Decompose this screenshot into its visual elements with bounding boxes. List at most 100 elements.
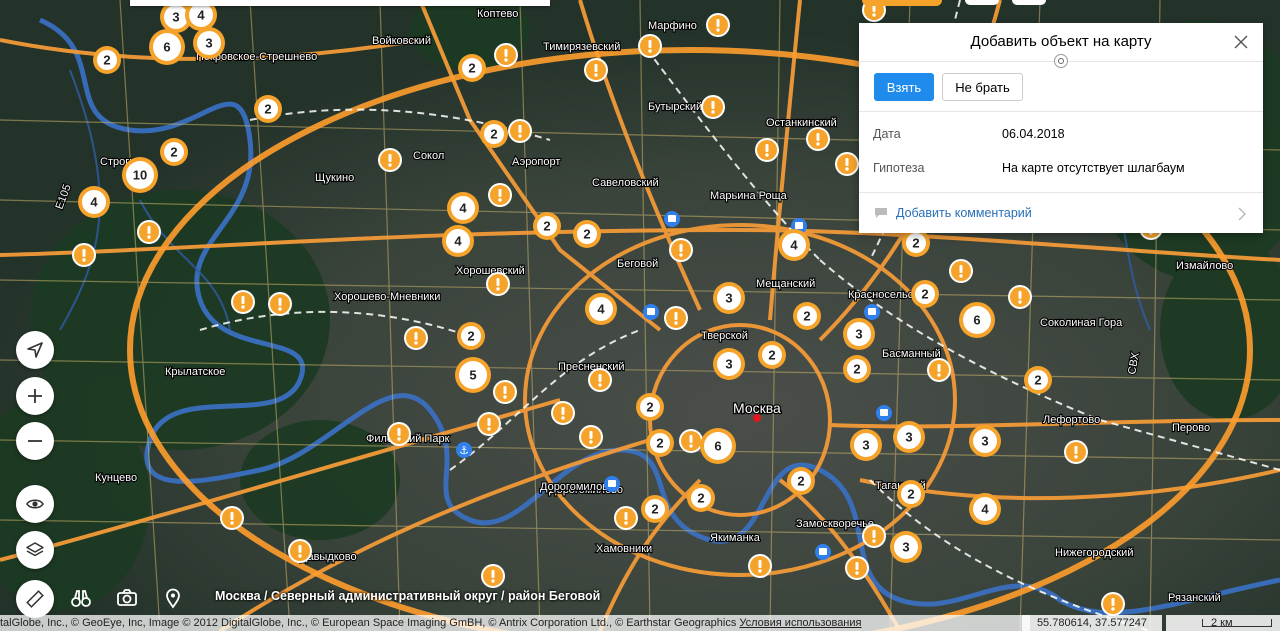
terms-link[interactable]: Условия использования — [739, 617, 861, 629]
cluster-marker[interactable]: 2 — [646, 429, 674, 457]
district-label: Коптево — [477, 8, 518, 20]
cluster-marker[interactable]: 3 — [850, 429, 882, 461]
layers-button[interactable] — [16, 531, 54, 569]
cluster-marker[interactable]: 6 — [700, 428, 736, 464]
cluster-marker[interactable]: 2 — [533, 212, 561, 240]
cluster-marker[interactable]: 2 — [911, 280, 939, 308]
exclamation-marker-icon[interactable] — [288, 539, 312, 563]
exclamation-marker-icon[interactable] — [679, 429, 703, 453]
cluster-marker[interactable]: 3 — [193, 27, 225, 59]
cluster-marker[interactable]: 2 — [758, 341, 786, 369]
exclamation-marker-icon[interactable] — [404, 326, 428, 350]
exclamation-marker-icon[interactable] — [949, 259, 973, 283]
exclamation-marker-icon[interactable] — [588, 368, 612, 392]
cluster-marker[interactable]: 6 — [149, 29, 185, 65]
svg-text:2: 2 — [697, 491, 704, 506]
exclamation-marker-icon[interactable] — [72, 243, 96, 267]
exclamation-marker-icon[interactable] — [755, 138, 779, 162]
add-comment-row[interactable]: Добавить комментарий — [859, 192, 1263, 234]
cluster-marker[interactable]: 2 — [793, 302, 821, 330]
zoom-out-button[interactable] — [16, 422, 54, 460]
cluster-marker[interactable]: 2 — [636, 393, 664, 421]
exclamation-marker-icon[interactable] — [137, 220, 161, 244]
exclamation-marker-icon[interactable] — [748, 554, 772, 578]
exclamation-marker-icon[interactable] — [387, 422, 411, 446]
exclamation-marker-icon[interactable] — [220, 506, 244, 530]
breadcrumb[interactable]: Москва / Северный административный округ… — [215, 589, 600, 603]
exclamation-marker-icon[interactable] — [806, 127, 830, 151]
skip-button[interactable]: Не брать — [942, 73, 1023, 101]
exclamation-marker-icon[interactable] — [508, 119, 532, 143]
exclamation-marker-icon[interactable] — [494, 43, 518, 67]
top-accent-button-edge[interactable] — [862, 0, 942, 6]
cluster-marker[interactable]: 3 — [969, 425, 1001, 457]
add-point-button[interactable] — [158, 583, 188, 613]
panorama-button[interactable] — [66, 583, 96, 613]
cluster-marker[interactable]: 2 — [93, 46, 121, 74]
cluster-marker[interactable]: 4 — [442, 225, 474, 257]
cluster-marker[interactable]: 4 — [585, 293, 617, 325]
exclamation-marker-icon[interactable] — [669, 238, 693, 262]
exclamation-marker-icon[interactable] — [664, 306, 688, 330]
cluster-marker[interactable]: 4 — [778, 229, 810, 261]
cluster-marker[interactable]: 2 — [897, 480, 925, 508]
exclamation-marker-icon[interactable] — [862, 524, 886, 548]
svg-text:4: 4 — [459, 201, 467, 216]
cluster-marker[interactable]: 6 — [959, 302, 995, 338]
cluster-marker[interactable]: 4 — [78, 186, 110, 218]
exclamation-marker-icon[interactable] — [1064, 440, 1088, 464]
cluster-marker[interactable]: 2 — [573, 220, 601, 248]
cluster-marker[interactable]: 4 — [969, 493, 1001, 525]
exclamation-marker-icon[interactable] — [927, 358, 951, 382]
svg-text:10: 10 — [133, 168, 147, 183]
exclamation-marker-icon[interactable] — [579, 425, 603, 449]
exclamation-marker-icon[interactable] — [614, 506, 638, 530]
exclamation-marker-icon[interactable] — [584, 58, 608, 82]
exclamation-marker-icon[interactable] — [477, 412, 501, 436]
cluster-marker[interactable]: 3 — [713, 282, 745, 314]
cluster-marker[interactable]: 2 — [787, 467, 815, 495]
cluster-marker[interactable]: 3 — [713, 348, 745, 380]
close-icon[interactable] — [1233, 34, 1249, 50]
exclamation-marker-icon[interactable] — [268, 292, 292, 316]
exclamation-marker-icon[interactable] — [378, 148, 402, 172]
cluster-marker[interactable]: 4 — [447, 192, 479, 224]
cluster-marker[interactable]: 3 — [893, 421, 925, 453]
cluster-marker[interactable]: 3 — [890, 531, 922, 563]
zoom-in-button[interactable] — [16, 377, 54, 415]
exclamation-marker-icon[interactable] — [1101, 592, 1125, 616]
cluster-marker[interactable]: 2 — [457, 322, 485, 350]
exclamation-marker-icon[interactable] — [486, 272, 510, 296]
cluster-marker[interactable]: 2 — [1024, 366, 1052, 394]
cluster-marker[interactable]: 2 — [843, 355, 871, 383]
take-button[interactable]: Взять — [874, 73, 934, 101]
top-round-button-edge[interactable] — [965, 0, 999, 5]
exclamation-marker-icon[interactable] — [231, 290, 255, 314]
cluster-marker[interactable]: 10 — [122, 157, 158, 193]
cluster-marker[interactable]: 2 — [641, 495, 669, 523]
ruler-button[interactable] — [16, 580, 54, 618]
locate-button[interactable] — [16, 331, 54, 369]
exclamation-marker-icon[interactable] — [1008, 285, 1032, 309]
exclamation-marker-icon[interactable] — [835, 152, 859, 176]
photo-button[interactable] — [112, 583, 142, 613]
exclamation-marker-icon[interactable] — [845, 556, 869, 580]
cluster-marker[interactable]: 2 — [480, 120, 508, 148]
exclamation-marker-icon[interactable] — [638, 34, 662, 58]
exclamation-marker-icon[interactable] — [488, 183, 512, 207]
cluster-marker[interactable]: 2 — [160, 138, 188, 166]
exclamation-marker-icon[interactable] — [706, 13, 730, 37]
top-round-button-edge-2[interactable] — [1012, 0, 1046, 5]
svg-text:2: 2 — [468, 61, 475, 76]
cluster-marker[interactable]: 2 — [458, 54, 486, 82]
exclamation-marker-icon[interactable] — [493, 380, 517, 404]
exclamation-marker-icon[interactable] — [481, 564, 505, 588]
cluster-marker[interactable]: 5 — [455, 357, 491, 393]
search-bar-edge[interactable] — [130, 0, 550, 6]
exclamation-marker-icon[interactable] — [551, 401, 575, 425]
cluster-marker[interactable]: 3 — [843, 318, 875, 350]
exclamation-marker-icon[interactable] — [701, 95, 725, 119]
view-mode-button[interactable] — [16, 485, 54, 523]
cluster-marker[interactable]: 2 — [254, 95, 282, 123]
cluster-marker[interactable]: 2 — [687, 484, 715, 512]
